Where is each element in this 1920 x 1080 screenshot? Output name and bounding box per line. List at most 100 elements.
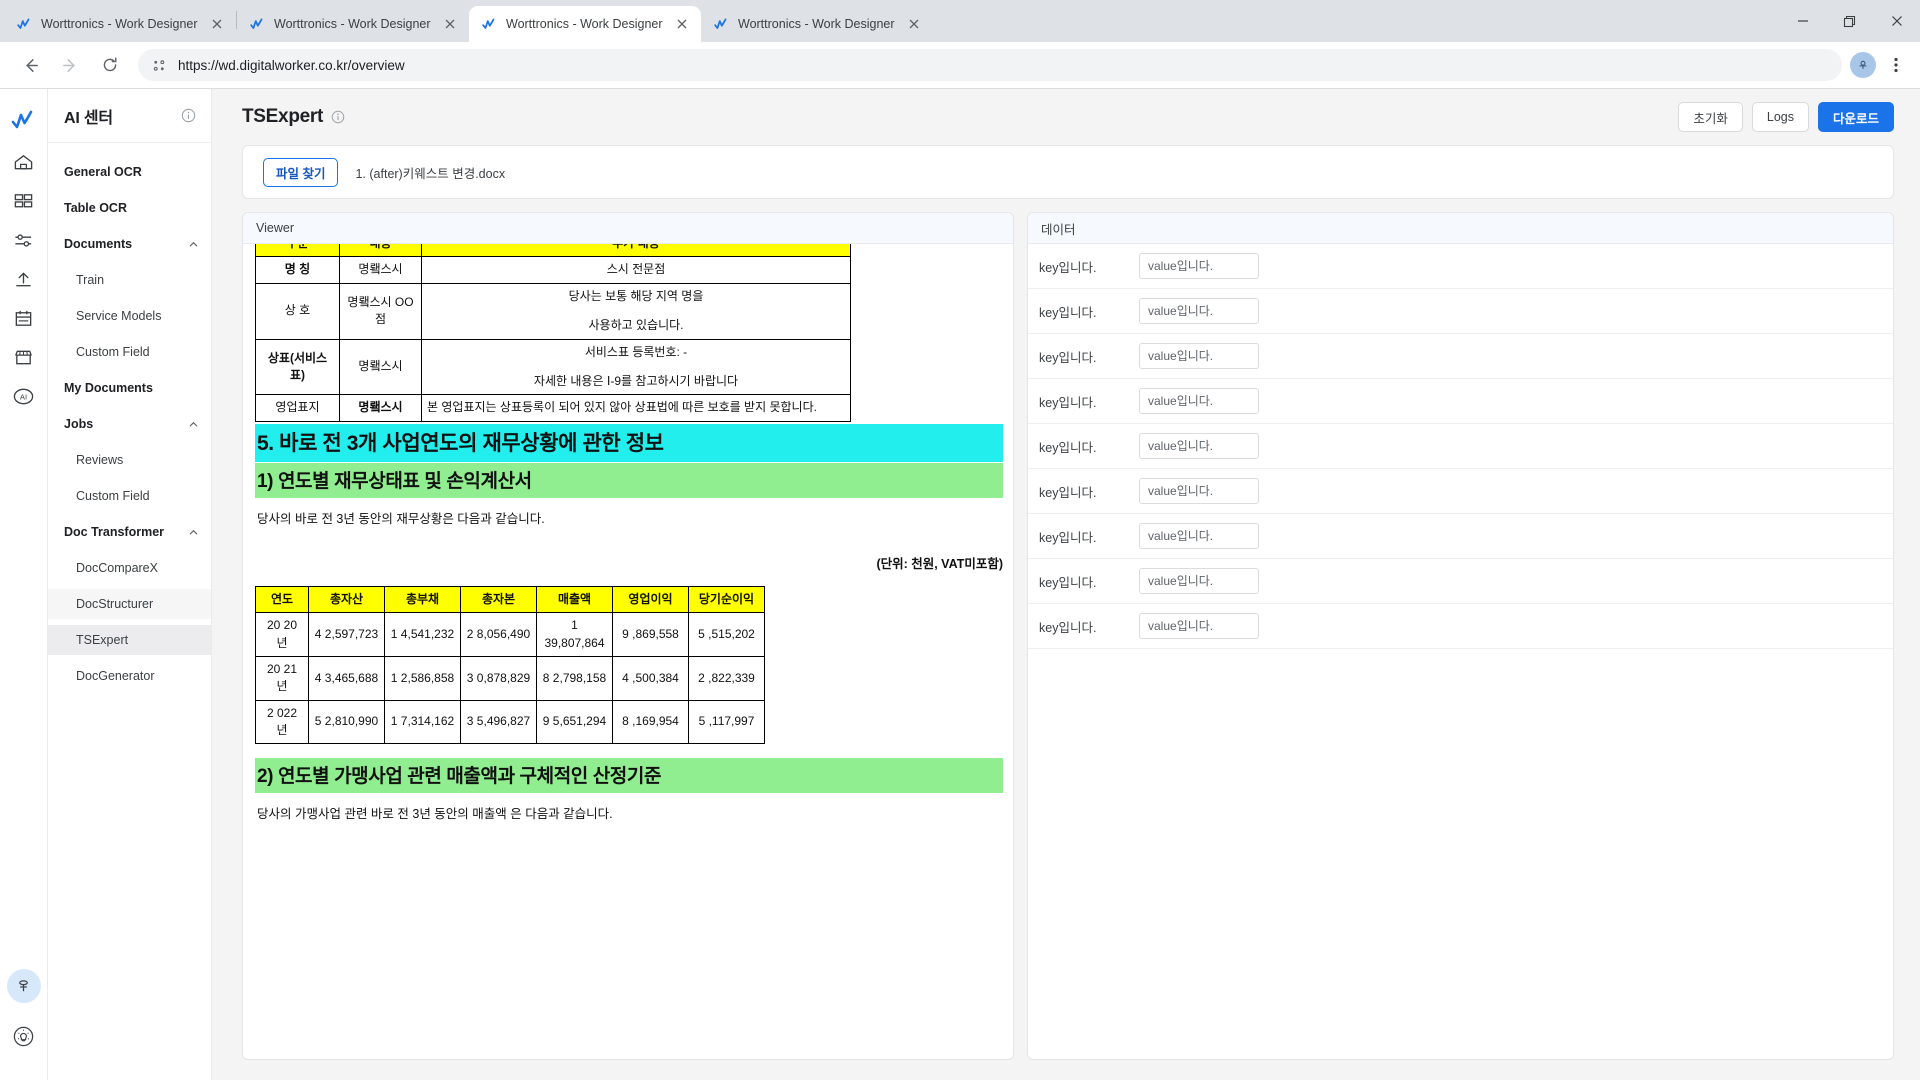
table-cell: 3 0,878,829: [460, 655, 537, 701]
pin-icon[interactable]: [6, 969, 41, 1003]
key-label: key입니다.: [1039, 440, 1097, 455]
store-icon[interactable]: [7, 340, 41, 374]
tab-title: Worttronics - Work Designer: [274, 17, 431, 31]
upload-icon[interactable]: [7, 262, 41, 296]
sidebar-item-my-documents[interactable]: My Documents: [48, 373, 211, 403]
maximize-button[interactable]: [1826, 0, 1873, 42]
value-input[interactable]: [1139, 433, 1259, 459]
value-input[interactable]: [1139, 388, 1259, 414]
logs-button[interactable]: Logs: [1751, 102, 1809, 132]
browser-menu-button[interactable]: [1882, 51, 1910, 79]
chevron-up-icon[interactable]: [188, 239, 199, 250]
ai-icon[interactable]: AI: [7, 379, 41, 413]
table-cell: 명뢬스시: [339, 394, 422, 422]
key-value-list: key입니다. key입니다. key입니다. key입니다. key입니다. key입니…: [1028, 244, 1893, 1059]
table-cell: 8 ,169,954: [612, 699, 689, 745]
key-value-row: key입니다.: [1028, 514, 1893, 559]
sidebar-item-docgenerator[interactable]: DocGenerator: [48, 661, 211, 691]
lightbulb-icon[interactable]: [7, 1019, 41, 1053]
sidebar-item-reviews[interactable]: Reviews: [48, 445, 211, 475]
key-label: key입니다.: [1039, 530, 1097, 545]
sidebar-item-label: Custom Field: [76, 489, 150, 503]
sidebar-header: AI 센터: [48, 89, 211, 143]
paragraph-2: 당사의 가맹사업 관련 바로 전 3년 동안의 매출액 은 다음과 같습니다.: [257, 807, 613, 822]
document-render: 구분내용추가 내용명 칭명뢬스시스시 전문점상 호명뢬스시 OO점당사는 보통 …: [243, 244, 1013, 840]
minimize-button[interactable]: [1779, 0, 1826, 42]
table-cell: 4 3,465,688: [308, 655, 385, 701]
viewer-panel: Viewer 구분내용추가 내용명 칭명뢬스시스시 전문점상 호명뢬스시 OO점…: [242, 212, 1014, 1060]
table-header-cell: 매출액: [536, 585, 613, 614]
forward-button[interactable]: [54, 49, 86, 81]
value-input[interactable]: [1139, 478, 1259, 504]
key-value-row: key입니다.: [1028, 559, 1893, 604]
browser-tab[interactable]: Worttronics - Work Designer: [4, 6, 236, 42]
sidebar-item-label: My Documents: [64, 381, 153, 395]
sidebar-item-label: Reviews: [76, 453, 124, 467]
logo-icon[interactable]: [7, 103, 41, 137]
tab-title: Worttronics - Work Designer: [41, 17, 198, 31]
value-input[interactable]: [1139, 343, 1259, 369]
calendar-icon[interactable]: [7, 301, 41, 335]
sidebar-item-documents[interactable]: Documents: [48, 229, 211, 259]
browser-tab[interactable]: Worttronics - Work Designer: [237, 6, 469, 42]
table-cell: 1 39,807,864: [536, 612, 613, 657]
tab-title: Worttronics - Work Designer: [506, 17, 663, 31]
table-cell: 당사는 보통 해당 지역 명을 사용하고 있습니다.: [421, 282, 851, 340]
selected-file-name: 1. (after)키웨스트 변경.docx: [355, 166, 506, 181]
window-close-button[interactable]: [1873, 0, 1920, 42]
profile-avatar[interactable]: [1850, 52, 1876, 78]
browser-tab-bar: Worttronics - Work Designer Worttronics -…: [0, 0, 1920, 42]
table-header-row: 구분내용추가 내용: [255, 244, 851, 258]
browser-tab[interactable]: Worttronics - Work Designer: [469, 6, 701, 42]
icon-rail: AI: [0, 89, 48, 1080]
sidebar-item-custom-field[interactable]: Custom Field: [48, 481, 211, 511]
tab-close-icon[interactable]: [673, 15, 691, 33]
page-info-icon[interactable]: [331, 110, 345, 124]
value-input[interactable]: [1139, 613, 1259, 639]
paragraph-1: 당사의 바로 전 3년 동안의 재무상황은 다음과 같습니다.: [257, 511, 545, 526]
tab-close-icon[interactable]: [905, 15, 923, 33]
reload-button[interactable]: [94, 49, 126, 81]
viewer-scroll-area[interactable]: 구분내용추가 내용명 칭명뢬스시스시 전문점상 호명뢬스시 OO점당사는 보통 …: [243, 244, 1013, 1059]
sidebar-item-doccomparex[interactable]: DocCompareX: [48, 553, 211, 583]
dashboard-icon[interactable]: [7, 184, 41, 218]
download-button[interactable]: 다운로드: [1817, 102, 1894, 132]
table-cell: 2 ,822,339: [688, 655, 765, 701]
back-button[interactable]: [14, 49, 46, 81]
table-cell: 9 5,651,294: [536, 699, 613, 745]
value-input[interactable]: [1139, 523, 1259, 549]
sidebar-item-jobs[interactable]: Jobs: [48, 409, 211, 439]
value-input[interactable]: [1139, 253, 1259, 279]
info-icon[interactable]: [181, 108, 196, 123]
sidebar-item-docstructurer[interactable]: DocStructurer: [48, 589, 211, 619]
browser-tab[interactable]: Worttronics - Work Designer: [701, 6, 933, 42]
chevron-up-icon[interactable]: [188, 527, 199, 538]
key-label: key입니다.: [1039, 620, 1097, 635]
sidebar-item-train[interactable]: Train: [48, 265, 211, 295]
site-settings-icon[interactable]: [152, 58, 167, 73]
tab-favicon-icon: [481, 16, 498, 33]
chevron-up-icon[interactable]: [188, 419, 199, 430]
sidebar-item-custom-field[interactable]: Custom Field: [48, 337, 211, 367]
sidebar-item-general-ocr[interactable]: General OCR: [48, 157, 211, 187]
home-icon[interactable]: [7, 145, 41, 179]
sidebar-item-doc-transformer[interactable]: Doc Transformer: [48, 517, 211, 547]
value-input[interactable]: [1139, 298, 1259, 324]
address-bar[interactable]: https://wd.digitalworker.co.kr/overview: [138, 49, 1842, 81]
page-header: TSExpert 초기화 Logs 다운로드: [212, 89, 1920, 145]
table-cell: 1 4,541,232: [384, 612, 461, 657]
sidebar-item-table-ocr[interactable]: Table OCR: [48, 193, 211, 223]
settings-sliders-icon[interactable]: [7, 223, 41, 257]
value-input[interactable]: [1139, 568, 1259, 594]
tab-close-icon[interactable]: [441, 15, 459, 33]
sidebar-item-label: TSExpert: [76, 633, 129, 647]
sidebar-item-tsexpert[interactable]: TSExpert: [48, 625, 211, 655]
table-cell: 영업표지: [255, 394, 340, 422]
reset-button[interactable]: 초기화: [1678, 102, 1743, 132]
sidebar-item-service-models[interactable]: Service Models: [48, 301, 211, 331]
page-title: TSExpert: [242, 106, 324, 127]
heading-green-2: 2) 연도별 가맹사업 관련 매출액과 구체적인 산정기준: [255, 758, 1003, 794]
tab-close-icon[interactable]: [208, 15, 226, 33]
browse-file-button[interactable]: 파일 찾기: [263, 157, 339, 187]
file-selection-bar: 파일 찾기 1. (after)키웨스트 변경.docx: [242, 145, 1894, 199]
